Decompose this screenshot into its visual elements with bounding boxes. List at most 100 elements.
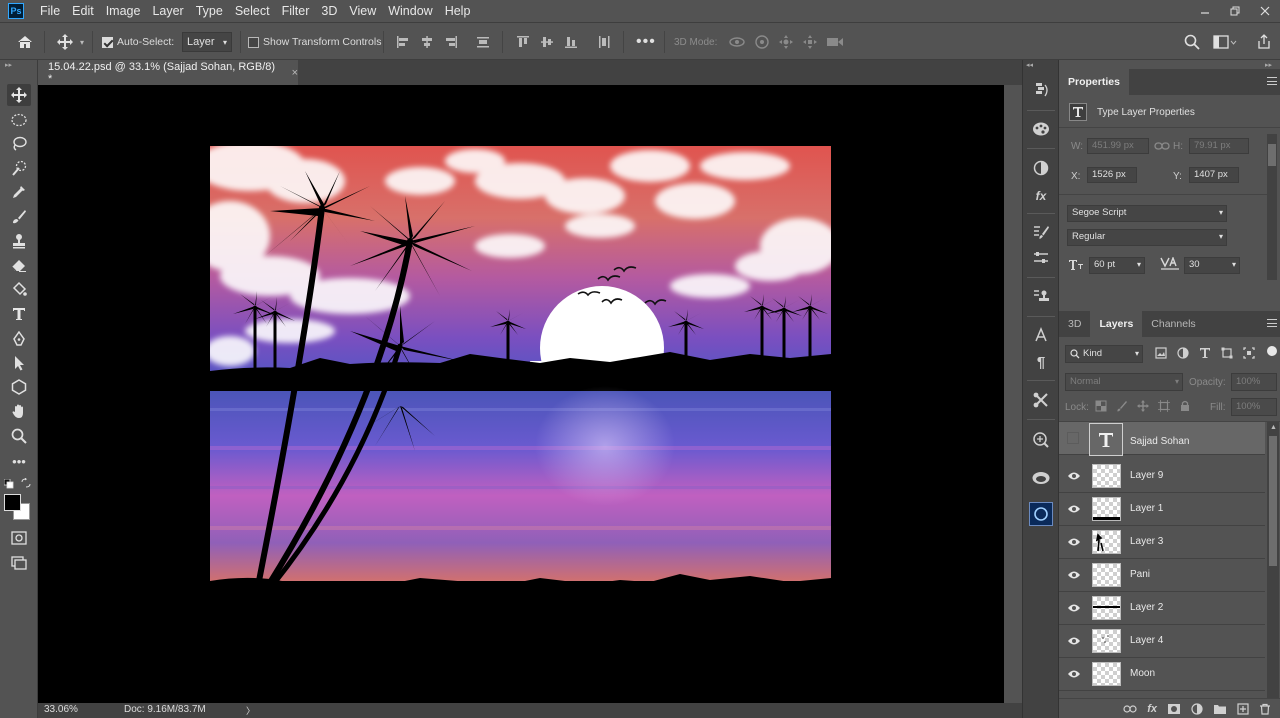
foreground-color-swatch[interactable] xyxy=(4,494,21,511)
auto-select-target-dropdown[interactable]: Layer ▾ xyxy=(182,32,232,52)
3d-pan-icon[interactable] xyxy=(778,34,794,50)
paint-bucket-tool-icon[interactable] xyxy=(7,278,31,300)
layer-name[interactable]: Sajjad Sohan xyxy=(1130,436,1190,447)
distribute-icon[interactable] xyxy=(476,23,490,61)
menu-window[interactable]: Window xyxy=(382,0,438,22)
show-transform-check[interactable] xyxy=(248,36,259,48)
height-field[interactable]: 79.91 px xyxy=(1189,138,1249,154)
y-field[interactable]: 1407 px xyxy=(1189,167,1239,183)
filter-shape-icon[interactable] xyxy=(1221,347,1233,359)
menu-filter[interactable]: Filter xyxy=(276,0,316,22)
close-document-icon[interactable]: × xyxy=(292,67,298,79)
layer-row-layer-9[interactable]: Layer 9 xyxy=(1059,460,1265,493)
3d-orbit-icon[interactable] xyxy=(728,35,746,49)
show-transform-controls-checkbox[interactable]: Show Transform Controls xyxy=(248,23,381,61)
align-left-icon[interactable] xyxy=(396,35,410,49)
collapse-toolbar-icon[interactable]: ▸▸ xyxy=(5,61,12,69)
align-top-icon[interactable] xyxy=(516,35,530,49)
x-field[interactable]: 1526 px xyxy=(1087,167,1137,183)
eye-icon[interactable] xyxy=(1067,569,1081,581)
clone-source-icon[interactable] xyxy=(1029,284,1053,308)
shape-tool-icon[interactable] xyxy=(7,376,31,398)
filter-type-icon[interactable] xyxy=(1199,347,1211,359)
color-palette-icon[interactable] xyxy=(1029,117,1053,141)
auto-select-checkbox[interactable]: Auto-Select: xyxy=(102,23,174,61)
filter-pixel-icon[interactable] xyxy=(1155,347,1167,359)
stamp-tool-icon[interactable] xyxy=(7,230,31,252)
eyedropper-tool-icon[interactable] xyxy=(7,181,31,203)
layer-name[interactable]: Layer 2 xyxy=(1130,602,1163,613)
3d-slide-icon[interactable] xyxy=(802,34,818,50)
layer-name[interactable]: Layer 4 xyxy=(1130,635,1163,646)
align-bottom-icon[interactable] xyxy=(564,35,578,49)
more-tools-icon[interactable]: ••• xyxy=(7,450,31,472)
screen-mode-icon[interactable] xyxy=(7,552,31,574)
font-style-dropdown[interactable]: Regular ▾ xyxy=(1067,229,1227,246)
eye-icon[interactable] xyxy=(1067,602,1081,614)
filter-adjustment-icon[interactable] xyxy=(1177,347,1189,359)
more-options-icon[interactable]: ••• xyxy=(636,23,656,61)
zoom-level[interactable]: 33.06% xyxy=(44,704,78,715)
path-selection-tool-icon[interactable] xyxy=(7,352,31,374)
scroll-up-icon[interactable]: ▲ xyxy=(1270,424,1277,431)
opacity-field[interactable]: 100% xyxy=(1231,373,1277,391)
align-right-icon[interactable] xyxy=(444,35,458,49)
paragraph-icon[interactable]: ¶ xyxy=(1029,350,1053,374)
eye-icon[interactable] xyxy=(1067,668,1081,680)
pen-tool-icon[interactable] xyxy=(7,328,31,350)
blend-mode-dropdown[interactable]: Normal ▾ xyxy=(1065,373,1183,391)
collapse-icons-icon[interactable]: ◂◂ xyxy=(1026,61,1033,69)
new-adjustment-layer-icon[interactable] xyxy=(1191,702,1203,715)
styles-fx-icon[interactable]: fx xyxy=(1029,184,1053,208)
share-icon[interactable] xyxy=(1256,23,1272,61)
tracking-field[interactable]: 30 ▾ xyxy=(1184,257,1240,274)
layer-name[interactable]: Layer 1 xyxy=(1130,503,1163,514)
filter-smart-object-icon[interactable] xyxy=(1243,347,1255,359)
character-icon[interactable] xyxy=(1029,323,1053,347)
link-icon[interactable] xyxy=(1154,140,1170,152)
properties-icon[interactable] xyxy=(1029,427,1053,451)
add-layer-style-icon[interactable]: fx xyxy=(1147,703,1157,715)
plugin-circle-icon[interactable] xyxy=(1029,502,1053,526)
menu-3d[interactable]: 3D xyxy=(315,0,343,22)
layer-row-layer-4[interactable]: Layer 4 xyxy=(1059,625,1265,658)
tab-3d[interactable]: 3D xyxy=(1059,311,1090,337)
workspace-icon[interactable] xyxy=(1213,23,1237,61)
lock-all-icon[interactable] xyxy=(1179,400,1191,412)
restore-icon[interactable] xyxy=(1220,0,1250,22)
menu-help[interactable]: Help xyxy=(439,0,477,22)
lock-position-icon[interactable] xyxy=(1137,400,1149,412)
3d-roll-icon[interactable] xyxy=(754,34,770,50)
type-tool-icon[interactable] xyxy=(7,303,31,325)
menu-layer[interactable]: Layer xyxy=(146,0,189,22)
tab-layers[interactable]: Layers xyxy=(1090,311,1143,337)
font-size-field[interactable]: 60 pt ▾ xyxy=(1089,257,1145,274)
quick-mask-icon[interactable] xyxy=(7,527,31,549)
layer-row-pani[interactable]: Pani xyxy=(1059,559,1265,592)
eye-icon[interactable] xyxy=(1067,635,1081,647)
menu-type[interactable]: Type xyxy=(190,0,229,22)
filter-toggle-icon[interactable] xyxy=(1267,346,1277,356)
search-icon[interactable] xyxy=(1184,23,1200,61)
font-family-dropdown[interactable]: Segoe Script ▾ xyxy=(1067,205,1227,222)
collapse-panel-icon[interactable]: ▸▸ xyxy=(1265,61,1272,69)
link-layers-icon[interactable] xyxy=(1123,704,1137,714)
layer-name[interactable]: Layer 9 xyxy=(1130,470,1163,481)
menu-view[interactable]: View xyxy=(343,0,382,22)
fill-field[interactable]: 100% xyxy=(1231,398,1277,416)
menu-select[interactable]: Select xyxy=(229,0,276,22)
layer-filter-kind-dropdown[interactable]: Kind ▾ xyxy=(1065,345,1143,363)
lock-transparent-icon[interactable] xyxy=(1095,400,1107,412)
canvas-area[interactable] xyxy=(38,85,1004,703)
layer-row-moon[interactable]: Moon xyxy=(1059,658,1265,691)
quick-select-tool-icon[interactable] xyxy=(7,157,31,179)
tab-properties[interactable]: Properties xyxy=(1059,69,1129,95)
tool-presets-icon[interactable] xyxy=(1029,388,1053,412)
layer-name[interactable]: Pani xyxy=(1130,569,1150,580)
add-mask-icon[interactable] xyxy=(1167,703,1181,715)
layers-menu-icon[interactable] xyxy=(1267,319,1277,327)
new-layer-icon[interactable] xyxy=(1237,702,1249,715)
swap-colors-icon[interactable] xyxy=(21,478,31,488)
default-colors-icon[interactable] xyxy=(4,479,14,489)
layer-row-layer-1[interactable]: Layer 1 xyxy=(1059,493,1265,526)
